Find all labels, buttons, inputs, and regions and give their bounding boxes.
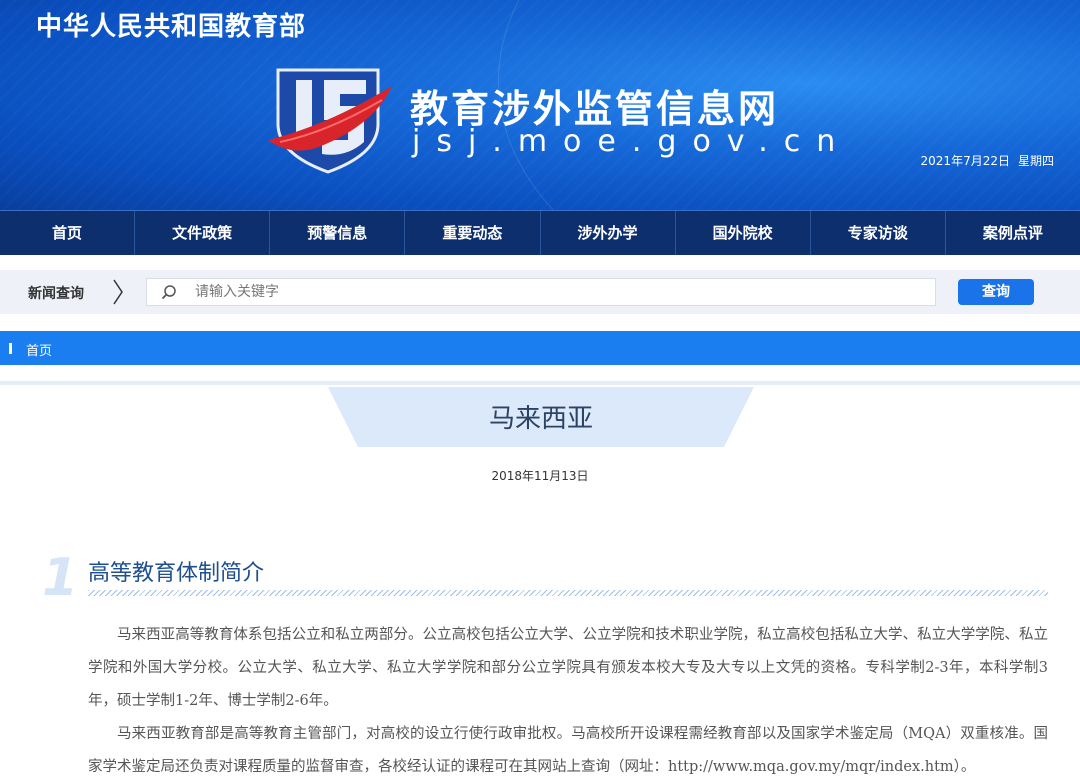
breadcrumb-home-link[interactable]: 首页: [26, 340, 52, 359]
date-text: 2021年7月22日: [920, 154, 1010, 168]
nav-item-expert-interviews[interactable]: 专家访谈: [811, 211, 946, 255]
publish-date: 2018年11月13日: [491, 469, 589, 483]
section-number: 1: [42, 548, 79, 608]
paragraph: 马来西亚教育部是高等教育主管部门，对高校的设立行使行政审批权。马高校所开设课程需…: [88, 726, 1048, 775]
ministry-name: 中华人民共和国教育部: [36, 12, 307, 42]
search-input[interactable]: [195, 279, 915, 305]
search-icon: [161, 285, 176, 300]
nav-item-foreign-schools[interactable]: 涉外办学: [541, 211, 676, 255]
section-title: 高等教育体制简介: [88, 561, 265, 586]
breadcrumb-divider: [0, 381, 1080, 385]
main-nav: 首页 文件政策 预警信息 重要动态 涉外办学 国外院校 专家访谈 案例点评: [0, 210, 1080, 255]
nav-item-case-reviews[interactable]: 案例点评: [946, 211, 1080, 255]
section-divider: [88, 590, 1048, 596]
paragraph: 马来西亚高等教育体系包括公立和私立两部分。公立高校包括公立大学、公立学院和技术职…: [88, 627, 1048, 709]
breadcrumb: 首页: [0, 331, 1080, 365]
nav-item-home[interactable]: 首页: [0, 211, 136, 255]
nav-item-news[interactable]: 重要动态: [405, 211, 541, 255]
chevron-right-icon: [113, 279, 123, 305]
current-date: 2021年7月22日 星期四: [913, 152, 1054, 169]
site-domain: jsj.moe.gov.cn: [412, 124, 852, 159]
search-button[interactable]: 查询: [958, 279, 1034, 305]
search-label: 新闻查询: [28, 286, 84, 302]
news-search-bar: 新闻查询 查询: [0, 270, 1080, 314]
nav-item-warning[interactable]: 预警信息: [270, 211, 406, 255]
weekday-text: 星期四: [1017, 154, 1054, 168]
site-banner: 中华人民共和国教育部 教育涉外监管信息网 jsj.moe.gov.cn 2021…: [0, 0, 1080, 210]
article-body: 马来西亚高等教育体系包括公立和私立两部分。公立高校包括公立大学、公立学院和技术职…: [88, 619, 1048, 784]
search-box[interactable]: [146, 278, 936, 306]
nav-item-overseas-institutions[interactable]: 国外院校: [676, 211, 811, 255]
site-logo-icon[interactable]: [266, 66, 396, 176]
nav-item-policy[interactable]: 文件政策: [135, 211, 271, 255]
page-title: 马来西亚: [488, 404, 593, 434]
breadcrumb-marker: [9, 343, 12, 354]
